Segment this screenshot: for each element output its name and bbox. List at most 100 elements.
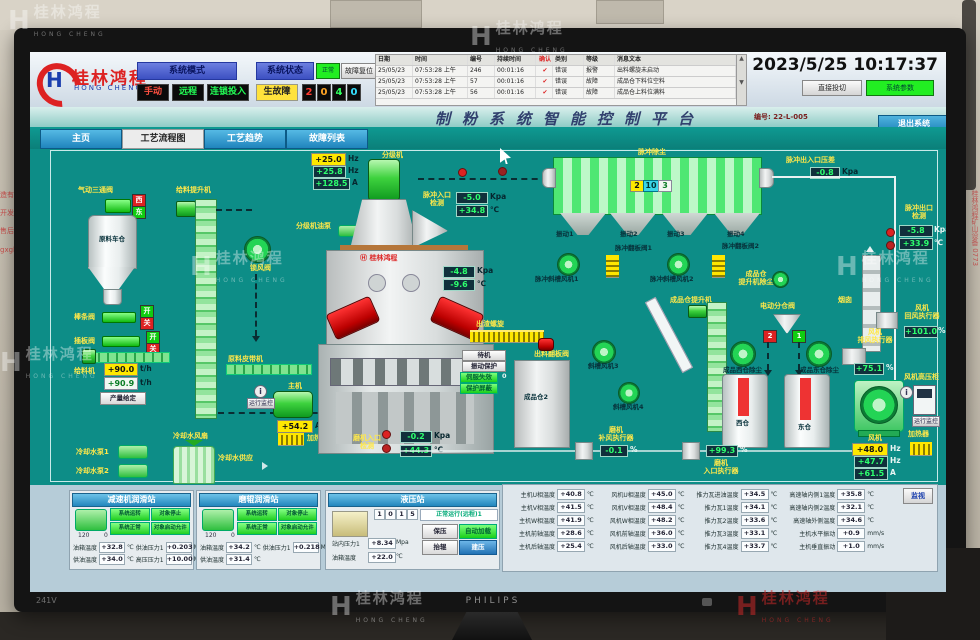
vibrator2-label: 振动2 [620, 231, 638, 238]
alarm-row[interactable]: 25/05/2307:53:28 上午5600:01:16✔错误故障成品仓上料位… [376, 88, 736, 99]
lube-value: 供油压力1 [136, 543, 164, 552]
divert-2-indicator: 2 [763, 330, 777, 343]
collector-inlet [542, 168, 556, 188]
temps-row: 主机垂直振动+1.0mm/s [785, 541, 884, 551]
interlock-button[interactable]: 连锁投入 [207, 84, 249, 101]
page-title: 制粉系统智能控制平台 [360, 108, 780, 129]
temps-grid: 主机U相温度+40.8℃主机V相温度+41.5℃主机W相温度+41.9℃主机前轴… [507, 489, 884, 551]
discharge-valve[interactable] [538, 338, 554, 351]
info-icon[interactable]: i [900, 386, 913, 399]
three-way-valve[interactable] [105, 199, 131, 213]
cooling-supply-label: 冷却水供应 [218, 454, 253, 462]
standby-button[interactable]: 待机 [462, 350, 506, 361]
cooling-pump1-label: 冷却水泵1 [76, 448, 109, 456]
protect-mask-button[interactable]: 保护屏蔽 [460, 383, 498, 394]
tab-fault-list[interactable]: 故障列表 [286, 129, 368, 149]
temps-cell: +32.1 [837, 502, 865, 513]
collector-value-1: 2 [630, 180, 644, 192]
monitor-power-button[interactable] [702, 598, 712, 606]
collector-value-3: 3 [658, 180, 672, 192]
inlet-actuator [682, 442, 700, 460]
system-params-button[interactable]: 系统参数 [866, 80, 934, 96]
alarm-cell: 编号 [468, 55, 495, 65]
raise-roller-button[interactable]: 抬辊 [422, 540, 458, 555]
chute-fan4-label: 斜槽风机4 [613, 404, 644, 411]
roller-status-grid: 系统运转对象停止系统正常对象启动允许 [237, 508, 317, 535]
temps-cell: mm/s [867, 543, 884, 550]
sensor-icon [886, 241, 895, 250]
scroll-down-icon[interactable]: ▼ [739, 79, 744, 86]
alarm-cell: 00:01:16 [495, 88, 536, 98]
temps-cell: +34.5 [741, 489, 769, 500]
chimney-label: 烟囱 [838, 296, 852, 304]
status-indicator: 系统运转 [110, 508, 150, 521]
alarm-row[interactable]: 25/05/2307:53:28 上午5700:01:16✔错误故障成品仓下料位… [376, 77, 736, 88]
lube-value: ℃ [127, 556, 134, 563]
alarm-cell: ✔ [536, 77, 553, 87]
gate-valve[interactable] [102, 336, 140, 347]
temps-row: 风机后轴温度+33.0℃ [602, 541, 685, 551]
build-pressure-button[interactable]: 建压 [459, 540, 497, 555]
temps-cell: +1.0 [837, 541, 865, 552]
mill-logo: Ⓗ 桂林鸿程 [360, 253, 420, 262]
unit: A [890, 468, 896, 477]
remote-mode-button[interactable]: 远程 [172, 84, 204, 101]
tab-trend[interactable]: 工艺趋势 [204, 129, 286, 149]
cooling-fan-label: 冷却水风扇 [173, 432, 208, 440]
divert-valve-label: 电动分仓阀 [760, 302, 795, 310]
collector-label: 脉冲除尘 [638, 148, 666, 156]
temps-cell: +48.2 [648, 515, 676, 526]
temps-cell: ℃ [678, 530, 685, 537]
tab-process-flow[interactable]: 工艺流程图 [122, 129, 204, 149]
run-monitor-button[interactable]: 运行监控 [247, 398, 275, 409]
hongcheng-logo-h: H [46, 68, 63, 92]
makeup-actuator-value: -0.1 [600, 445, 628, 457]
east-silo-label: 东仓 [798, 424, 811, 431]
arrow-icon [866, 246, 874, 252]
tab-home[interactable]: 主页 [40, 129, 122, 149]
status-indicator: 系统运转 [237, 508, 277, 521]
lube-value: 油箱温度 [73, 543, 97, 552]
alarm-cell: 246 [468, 66, 495, 76]
info-icon[interactable]: i [254, 385, 267, 398]
temps-cell: +48.4 [648, 502, 676, 513]
vibration-protect-button[interactable]: 振动保护 [462, 361, 506, 372]
bar-valve[interactable] [102, 312, 136, 323]
temps-cell: 推力瓦1温度 [693, 503, 739, 512]
temps-cell: 推力瓦2温度 [693, 516, 739, 525]
pressure-hold-button[interactable]: 保压 [422, 524, 458, 539]
alarm-cell: 错误 [553, 77, 584, 87]
feed-elevator-motor [176, 201, 196, 217]
makeup-actuator [575, 442, 593, 460]
unit: % [886, 363, 894, 372]
hyd-digit: 1 [374, 509, 385, 520]
lube-value: +10.00 [166, 554, 192, 565]
manual-mode-button[interactable]: 手动 [137, 84, 169, 101]
alarm-cell: 错误 [553, 66, 584, 76]
auto-load-button[interactable]: 自动加载 [459, 524, 497, 539]
temps-cell: +35.8 [837, 489, 865, 500]
west-silo-level [738, 378, 749, 416]
monitor-view-button[interactable]: 监视 [903, 488, 933, 504]
fault-reset-button[interactable]: 故障复位 [341, 63, 377, 79]
direct-switch-button[interactable]: 直接投切 [802, 80, 862, 96]
temps-row: 推力瓦4温度+33.7℃ [693, 541, 778, 551]
alarm-cell: 故障 [584, 88, 615, 98]
output-setpoint-button[interactable]: 产量给定 [100, 392, 146, 405]
airlock-label: 锁风阀 [250, 264, 271, 272]
monitor-brand-logo: PHILIPS [438, 596, 548, 606]
chute-fan3 [592, 340, 616, 364]
temps-cell: +36.0 [648, 528, 676, 539]
status-indicator: 对象启动允许 [278, 522, 318, 535]
hydraulic-title: 液压站 [328, 493, 497, 507]
temps-cell: mm/s [867, 530, 884, 537]
fan-monitor-button[interactable]: 运行监控 [912, 416, 940, 427]
temps-cell: 风机后轴温度 [602, 542, 646, 551]
pulse-outlet-kpa: -5.8 [899, 225, 933, 237]
temps-cell: 风机U相温度 [602, 490, 646, 499]
alarm-cell: 出料螺旋未启动 [615, 66, 736, 76]
temps-cell: ℃ [867, 504, 874, 511]
lube-value: 油箱温度 [200, 543, 224, 552]
temps-row: 主机前轴温度+28.6℃ [507, 528, 594, 538]
alarm-row[interactable]: 25/05/2307:53:28 上午24600:01:16✔错误报警出料螺旋未… [376, 66, 736, 77]
